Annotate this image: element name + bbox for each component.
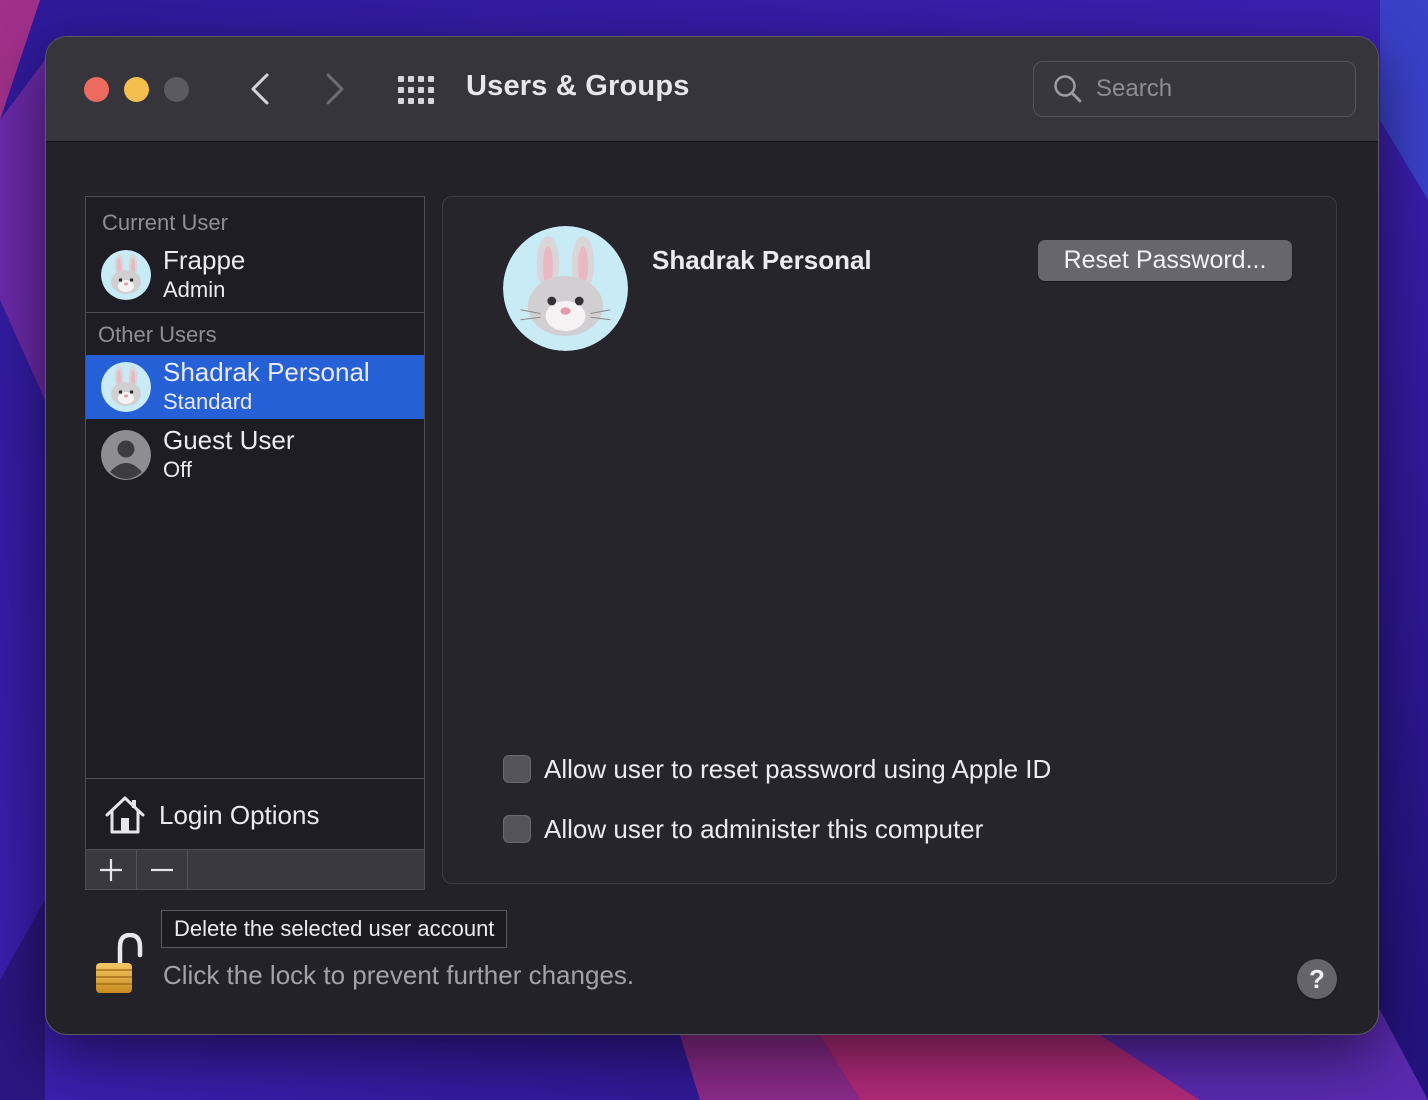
lock-message: Click the lock to prevent further change… [163, 960, 635, 990]
current-user-section-label: Current User [102, 210, 228, 235]
user-role: Off [163, 457, 192, 482]
administer-computer-checkbox[interactable] [503, 815, 531, 843]
user-list-toolbar [85, 849, 425, 890]
remove-user-button[interactable] [137, 850, 188, 889]
user-row-guest-user[interactable]: Guest User Off [86, 423, 424, 487]
user-list: Current User Frappe Admin Other Users Sh… [85, 196, 425, 890]
bunny-avatar [101, 250, 151, 300]
user-row-shadrak-personal[interactable]: Shadrak Personal Standard [86, 355, 424, 419]
section-divider [86, 312, 424, 313]
minimize-window-button[interactable] [124, 77, 149, 102]
tooltip: Delete the selected user account [161, 910, 508, 948]
zoom-window-button[interactable] [164, 77, 189, 102]
minus-icon [151, 868, 173, 871]
user-name: Shadrak Personal [163, 357, 370, 387]
house-icon [105, 796, 145, 834]
login-options-item[interactable]: Login Options [86, 778, 424, 848]
bunny-avatar-large[interactable] [503, 226, 628, 351]
user-name: Frappe [163, 245, 246, 275]
user-row-frappe[interactable]: Frappe Admin [86, 243, 424, 307]
close-window-button[interactable] [84, 77, 109, 102]
plus-icon [100, 858, 122, 881]
other-users-section-label: Other Users [98, 322, 217, 347]
bunny-avatar [101, 362, 151, 412]
search-input[interactable] [1096, 75, 1316, 103]
search-field[interactable] [1033, 61, 1356, 117]
titlebar: Users & Groups [46, 37, 1378, 142]
checkbox-label: Allow user to reset password using Apple… [544, 753, 1052, 784]
search-icon [1054, 75, 1082, 103]
person-icon [101, 430, 151, 480]
user-role: Standard [163, 389, 253, 414]
back-button[interactable] [242, 71, 278, 107]
add-user-button[interactable] [86, 850, 137, 889]
chevron-left-icon [251, 73, 269, 105]
checkbox-label: Allow user to administer this computer [544, 813, 984, 844]
unlocked-padlock-icon[interactable] [94, 932, 144, 995]
reset-with-apple-id-checkbox[interactable] [503, 755, 531, 783]
user-detail-panel: Shadrak Personal Reset Password... Allow… [442, 196, 1337, 884]
user-role: Admin [163, 277, 226, 302]
system-preferences-window: Users & Groups Current User [45, 36, 1379, 1035]
window-title: Users & Groups [466, 70, 690, 102]
reset-with-apple-id-option[interactable]: Allow user to reset password using Apple… [503, 753, 1051, 785]
chevron-right-icon [326, 73, 344, 105]
login-options-label: Login Options [159, 800, 320, 830]
forward-button[interactable] [317, 71, 353, 107]
reset-password-button[interactable]: Reset Password... [1038, 240, 1292, 281]
grid-icon [398, 76, 434, 104]
selected-user-name: Shadrak Personal [652, 245, 872, 275]
user-name: Guest User [163, 425, 295, 455]
administer-computer-option[interactable]: Allow user to administer this computer [503, 813, 983, 845]
show-all-preferences-button[interactable] [396, 72, 436, 108]
help-button[interactable]: ? [1297, 959, 1337, 999]
